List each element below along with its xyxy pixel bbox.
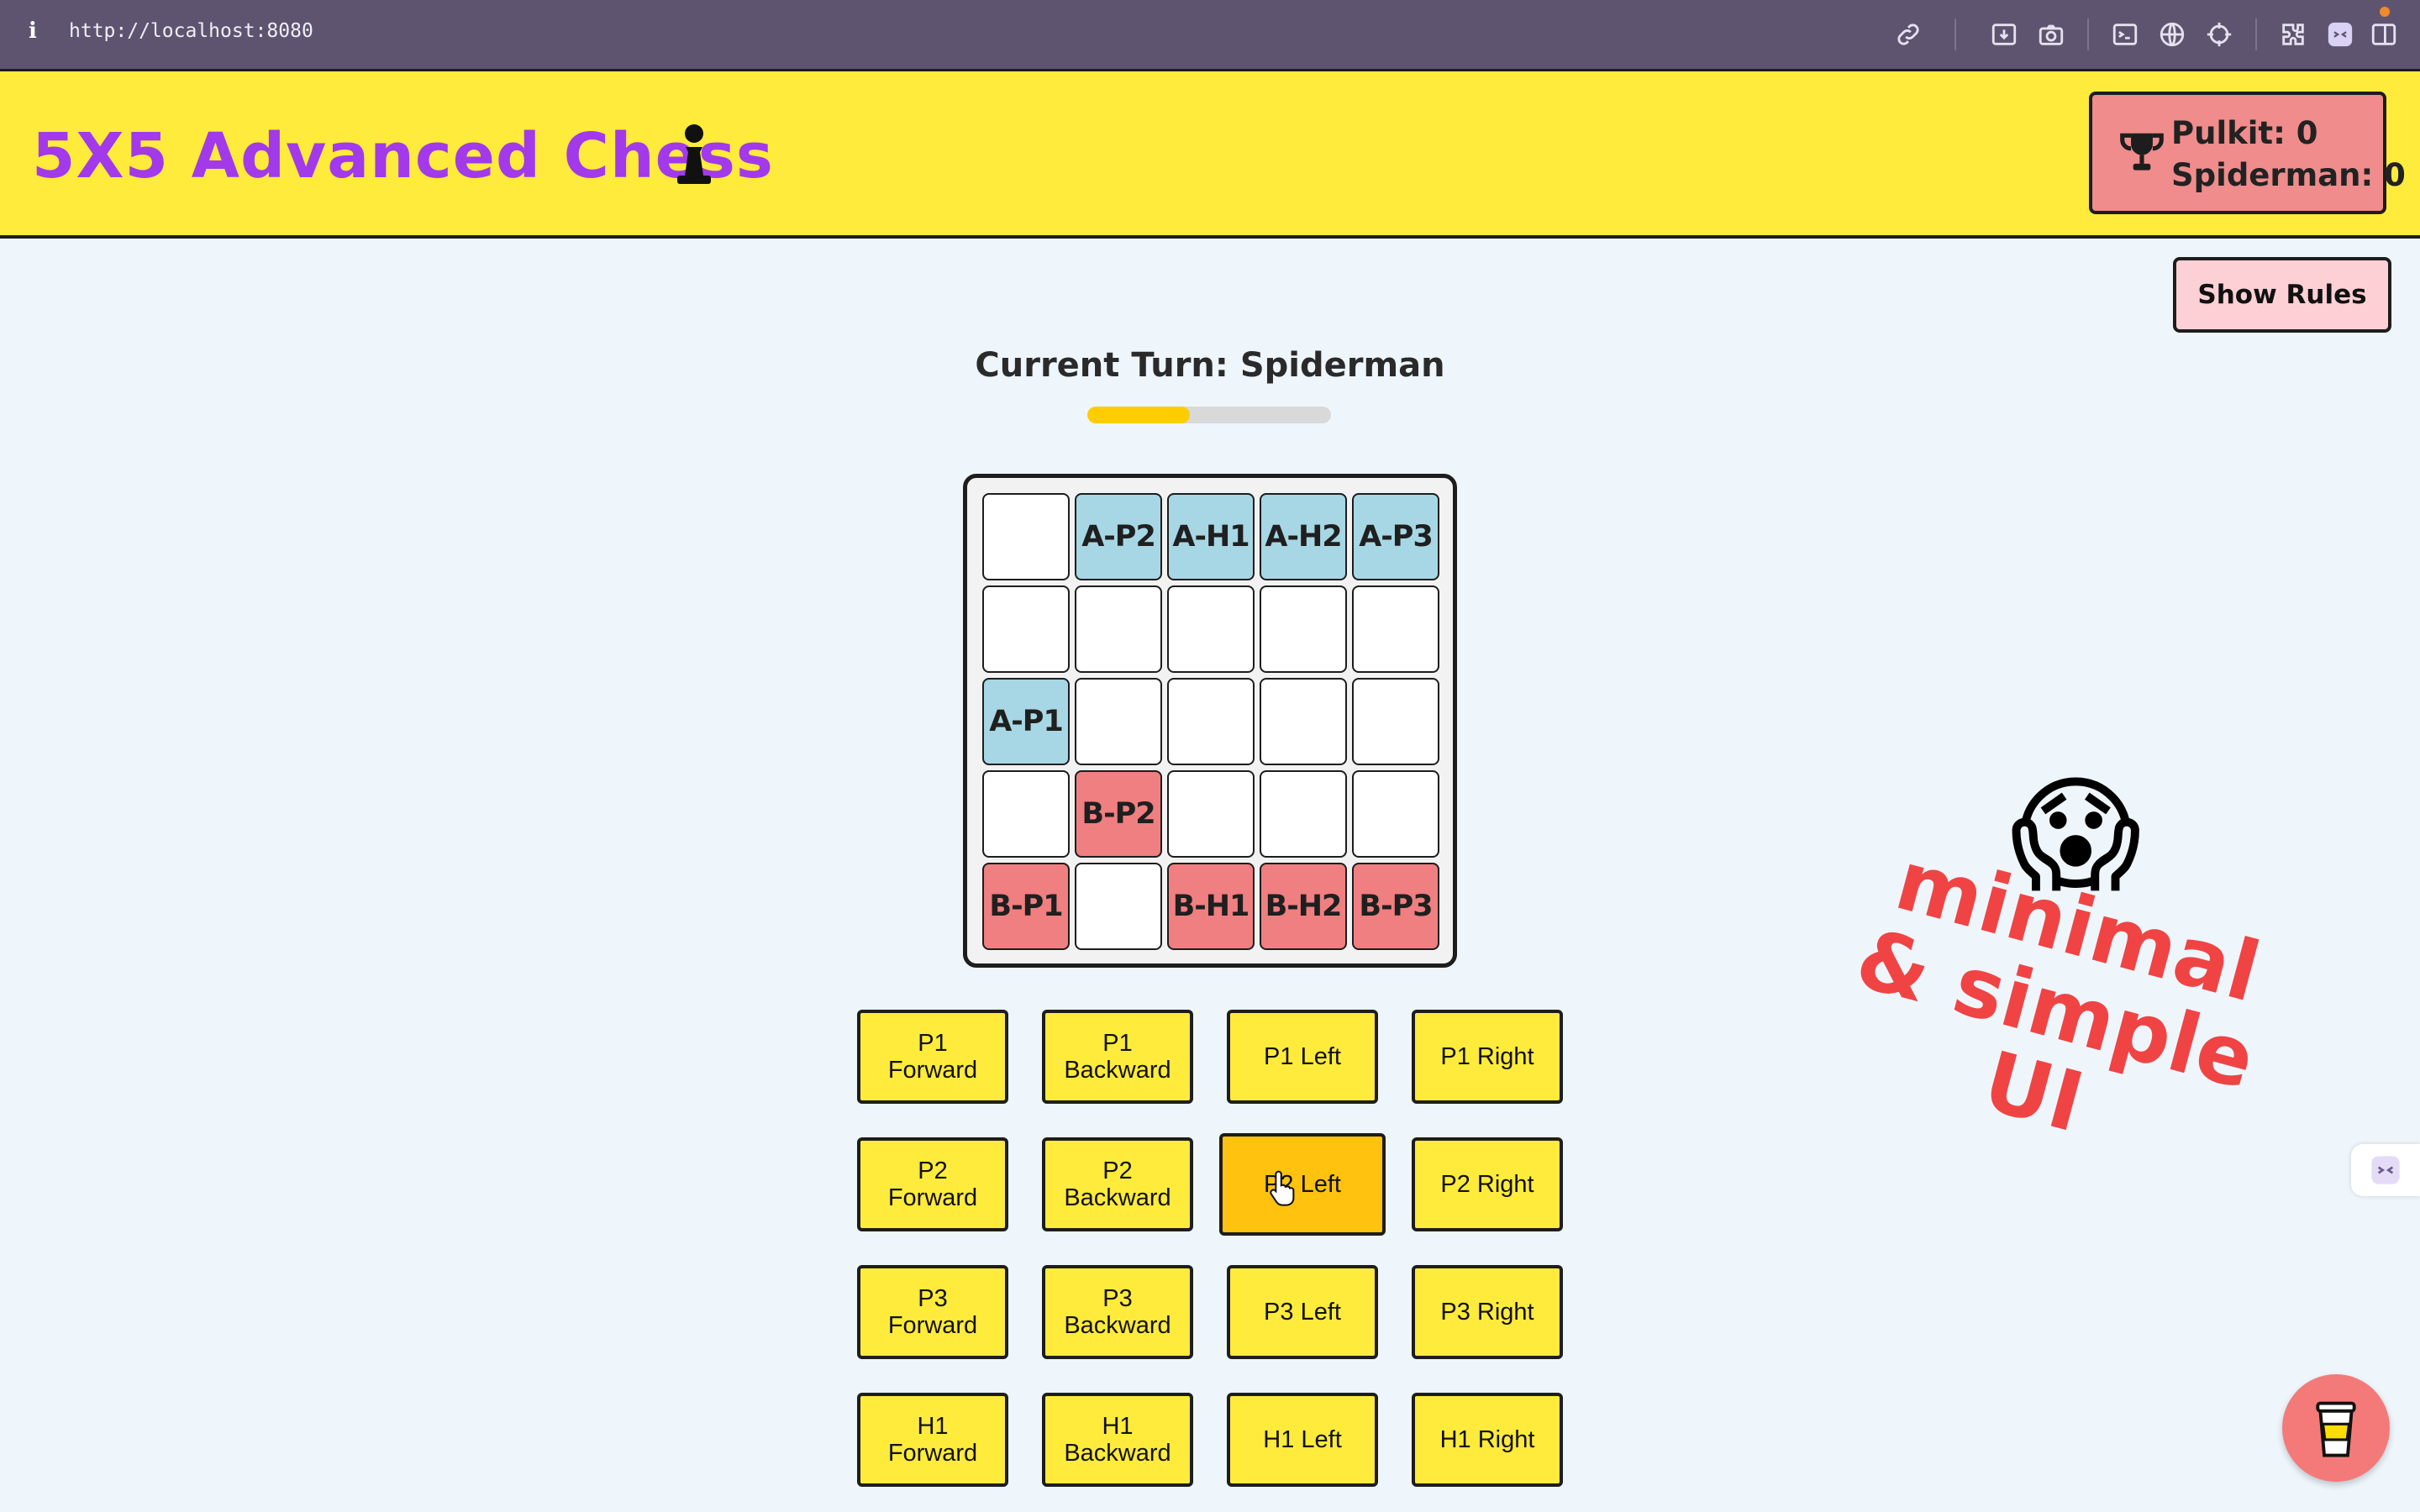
move-button-h1-backward[interactable]: H1 Backward [1042, 1393, 1193, 1487]
board-cell-empty[interactable] [1075, 678, 1162, 765]
board-piece-a-h1[interactable]: A-H1 [1167, 493, 1255, 580]
move-button-p3-backward[interactable]: P3 Backward [1042, 1265, 1193, 1359]
toolbar-divider [2255, 18, 2257, 50]
move-button-p3-left[interactable]: P3 Left [1227, 1265, 1378, 1359]
board-piece-b-p3[interactable]: B-P3 [1352, 863, 1439, 950]
board-cell-empty[interactable] [1167, 770, 1255, 858]
extensions-icon[interactable] [2279, 20, 2307, 49]
move-button-p2-backward[interactable]: P2 Backward [1042, 1137, 1193, 1231]
link-icon[interactable] [1894, 20, 1923, 49]
pointer-cursor-icon [1270, 1170, 1295, 1206]
move-button-p1-forward[interactable]: P1 Forward [857, 1010, 1008, 1104]
app-extension-icon[interactable] [2326, 20, 2354, 49]
board-piece-b-h1[interactable]: B-H1 [1167, 863, 1255, 950]
move-button-p2-forward[interactable]: P2 Forward [857, 1137, 1008, 1231]
buy-me-a-coffee-button[interactable] [2282, 1374, 2390, 1482]
board-cell-empty[interactable] [1260, 585, 1347, 673]
board-cell-empty[interactable] [1167, 585, 1255, 673]
board-piece-a-p2[interactable]: A-P2 [1075, 493, 1162, 580]
board-cell-empty[interactable] [1260, 770, 1347, 858]
board-cell-empty[interactable] [1352, 770, 1439, 858]
move-button-h1-right[interactable]: H1 Right [1412, 1393, 1563, 1487]
move-button-p1-backward[interactable]: P1 Backward [1042, 1010, 1193, 1104]
show-rules-button[interactable]: Show Rules [2173, 257, 2391, 333]
sidebar-toggle-icon[interactable] [2370, 20, 2398, 49]
board-cell-empty[interactable] [982, 585, 1070, 673]
board-cell-empty[interactable] [1352, 678, 1439, 765]
move-button-h1-forward[interactable]: H1 Forward [857, 1393, 1008, 1487]
toolbar-divider [1954, 18, 1956, 50]
promo-text: minimal & simple UI [1846, 832, 2270, 1152]
game-board: A-P2 A-H1 A-H2 A-P3 A-P1 B-P2 B-P1 B-H1 B-H2 B-P3 [963, 474, 1457, 968]
pawn-icon [677, 124, 711, 184]
current-turn-label: Current Turn: Spiderman [975, 346, 1445, 385]
turn-timer-bar [1087, 407, 1331, 423]
move-button-p3-right[interactable]: P3 Right [1412, 1265, 1563, 1359]
board-cell-empty[interactable] [1075, 585, 1162, 673]
app-header: 5X5 Advanced Chess Pulkit: 0 Spiderman: … [0, 69, 2420, 239]
notification-dot [2380, 7, 2390, 17]
download-icon[interactable] [1990, 20, 2018, 49]
site-info-icon[interactable]: i [29, 18, 37, 44]
board-piece-b-h2[interactable]: B-H2 [1260, 863, 1347, 950]
globe-icon[interactable] [2158, 20, 2186, 49]
camera-icon[interactable] [2037, 20, 2065, 49]
board-piece-a-h2[interactable]: A-H2 [1260, 493, 1347, 580]
board-cell-empty[interactable] [1167, 678, 1255, 765]
board-cell-empty[interactable] [982, 493, 1070, 580]
board-piece-b-p2[interactable]: B-P2 [1075, 770, 1162, 858]
terminal-icon[interactable] [2111, 20, 2139, 49]
board-cell-empty[interactable] [1260, 678, 1347, 765]
page-title: 5X5 Advanced Chess [32, 120, 774, 192]
move-button-p2-left[interactable]: P2 Left [1219, 1133, 1386, 1236]
score-player-pulkit: Pulkit: 0 [2171, 115, 2318, 151]
move-button-p1-right[interactable]: P1 Right [1412, 1010, 1563, 1104]
board-cell-empty[interactable] [982, 770, 1070, 858]
browser-toolbar: i http://localhost:8080 [0, 0, 2420, 69]
board-piece-a-p1[interactable]: A-P1 [982, 678, 1070, 765]
app-extension-icon [2371, 1156, 2400, 1184]
score-player-spiderman: Spiderman: 0 [2171, 157, 2406, 193]
move-button-p2-right[interactable]: P2 Right [1412, 1137, 1563, 1231]
move-button-p3-forward[interactable]: P3 Forward [857, 1265, 1008, 1359]
board-cell-empty[interactable] [1075, 863, 1162, 950]
trophy-icon [2120, 133, 2164, 171]
move-button-p1-left[interactable]: P1 Left [1227, 1010, 1378, 1104]
extension-side-tab[interactable] [2351, 1144, 2420, 1196]
board-piece-a-p3[interactable]: A-P3 [1352, 493, 1439, 580]
crosshair-icon[interactable] [2205, 20, 2233, 49]
turn-timer-fill [1087, 407, 1190, 423]
toolbar-divider [2087, 18, 2089, 50]
board-cell-empty[interactable] [1352, 585, 1439, 673]
board-piece-b-p1[interactable]: B-P1 [982, 863, 1070, 950]
address-bar[interactable]: http://localhost:8080 [69, 20, 313, 42]
scoreboard: Pulkit: 0 Spiderman: 0 [2089, 92, 2406, 214]
move-button-h1-left[interactable]: H1 Left [1227, 1393, 1378, 1487]
coffee-cup-icon [2316, 1401, 2356, 1457]
